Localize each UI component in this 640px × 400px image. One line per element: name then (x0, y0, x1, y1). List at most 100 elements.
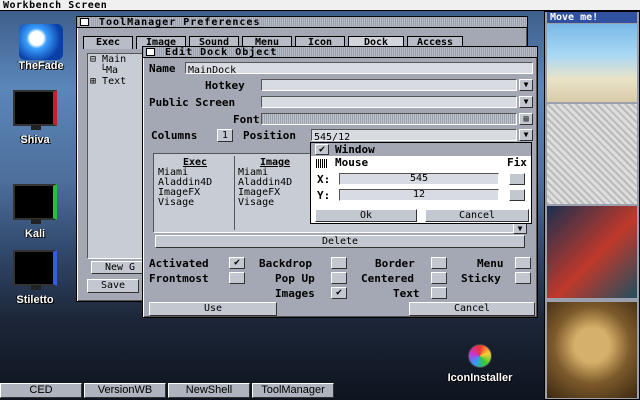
popup-cancel-button[interactable]: Cancel (425, 209, 529, 222)
centered-label: Centered (361, 272, 414, 285)
font-label: Font (233, 113, 260, 126)
hotkey-field[interactable] (261, 79, 517, 91)
screen-title-bar[interactable]: Workbench Screen (0, 0, 640, 11)
images-label: Images (275, 287, 315, 300)
screen-title: Workbench Screen (3, 0, 108, 11)
tab-exec[interactable]: Exec (83, 36, 133, 49)
wireframe-image-tool[interactable] (547, 104, 637, 204)
menu-label: Menu (477, 257, 504, 270)
images-checkbox[interactable]: ✔ (331, 287, 347, 299)
use-button[interactable]: Use (149, 302, 277, 316)
public-screen-field[interactable] (261, 96, 517, 108)
desktop-icon-thefade[interactable]: TheFade (10, 24, 72, 72)
checkmark-icon: ✔ (315, 144, 329, 155)
imagefx-tool[interactable] (547, 206, 637, 298)
tree-item[interactable]: └Ma (88, 65, 146, 76)
checkmark-icon: ✔ (335, 287, 343, 298)
list-scroll-button[interactable]: ▼ (513, 223, 527, 234)
window-title: ToolManager Preferences (99, 17, 261, 28)
columns-value[interactable]: 1 (217, 129, 233, 142)
dock-panel[interactable]: Move me! (544, 11, 640, 400)
computer-icon (13, 90, 57, 130)
border-checkbox[interactable] (431, 257, 447, 269)
visage-tool[interactable] (547, 302, 637, 398)
backdrop-checkbox[interactable] (331, 257, 347, 269)
menu-checkbox[interactable] (515, 257, 531, 269)
ok-button[interactable]: Ok (315, 209, 417, 222)
window-option-label: Window (335, 143, 375, 156)
window-title: Edit Dock Object (165, 47, 278, 58)
y-label: Y: (317, 189, 331, 202)
image-column: Image Miami Aladdin4D ImageFX Visage (238, 157, 312, 208)
desktop-icon-kali[interactable]: Kali (4, 184, 66, 240)
frontmost-checkbox[interactable] (229, 272, 245, 284)
exec-column: Exec Miami Aladdin4D ImageFX Visage (158, 157, 232, 208)
sticky-label: Sticky (461, 272, 501, 285)
new-group-button[interactable]: New G (91, 261, 149, 274)
name-value: MainDock (188, 65, 237, 76)
activated-checkbox[interactable]: ✔ (229, 257, 245, 269)
window-option[interactable]: ✔ Window (311, 143, 531, 156)
cancel-button[interactable]: Cancel (409, 302, 535, 316)
popup-label: Pop Up (275, 272, 315, 285)
taskbar-toolmanager[interactable]: ToolManager (252, 383, 334, 398)
position-popup[interactable]: ✔ Window Mouse Fix X: 545 Y: 12 Ok Cance… (310, 142, 532, 224)
mouse-icon (316, 159, 328, 168)
thefade-icon (19, 24, 63, 60)
hotkey-popup-button[interactable]: ▼ (519, 79, 533, 91)
font-select-icon: ▤ (523, 114, 529, 123)
text-label: Text (393, 287, 420, 300)
close-icon[interactable] (146, 48, 155, 56)
sticky-checkbox[interactable] (515, 272, 531, 284)
computer-icon (13, 250, 57, 290)
delete-button[interactable]: Delete (155, 235, 525, 248)
y-field[interactable]: 12 (339, 189, 499, 201)
column-divider (234, 156, 235, 230)
object-tree[interactable]: ⊟ Main └Ma ⊞ Text (87, 53, 147, 259)
frontmost-label: Frontmost (149, 272, 209, 285)
chevron-down-icon: ▼ (523, 130, 529, 139)
name-label: Name (149, 62, 176, 75)
list-item[interactable]: Visage (238, 198, 312, 208)
list-item[interactable]: Visage (158, 198, 232, 208)
name-field[interactable]: MainDock (185, 62, 533, 76)
desktop-icon-label: Stiletto (16, 294, 54, 306)
position-popup-button[interactable]: ▼ (519, 129, 533, 141)
window-title-bar[interactable]: Edit Dock Object (143, 47, 537, 58)
text-checkbox[interactable] (431, 287, 447, 299)
centered-checkbox[interactable] (431, 272, 447, 284)
hotkey-label: Hotkey (205, 79, 245, 92)
computer-icon (13, 184, 57, 224)
checkmark-icon: ✔ (233, 257, 241, 268)
taskbar-versionwb[interactable]: VersionWB (84, 383, 166, 398)
tree-item[interactable]: ⊟ Main (88, 54, 146, 65)
y-fix-checkbox[interactable] (509, 189, 525, 201)
x-field[interactable]: 545 (339, 173, 499, 185)
backdrop-label: Backdrop (259, 257, 312, 270)
save-button[interactable]: Save (87, 279, 139, 293)
dock-drag-bar[interactable]: Move me! (547, 12, 637, 23)
taskbar-ced[interactable]: CED (0, 383, 82, 398)
beach-image-tool[interactable] (547, 24, 637, 102)
font-popup-button[interactable]: ▤ (519, 113, 533, 125)
font-field (261, 113, 517, 125)
mouse-option[interactable]: Mouse Fix (311, 157, 531, 170)
chevron-down-icon: ▼ (523, 97, 529, 106)
activated-label: Activated (149, 257, 209, 270)
tree-item[interactable]: ⊞ Text (88, 76, 146, 87)
desktop-icon-label: IconInstaller (447, 372, 513, 384)
position-field[interactable]: 545/12 (311, 129, 517, 143)
close-icon[interactable] (80, 18, 89, 26)
public-screen-popup-button[interactable]: ▼ (519, 96, 533, 108)
desktop-icon-shiva[interactable]: Shiva (4, 90, 66, 146)
paint-palette-icon (468, 344, 492, 368)
desktop-icon-iconinstaller[interactable]: IconInstaller (440, 344, 520, 384)
desktop-icon-stiletto[interactable]: Stiletto (4, 250, 66, 306)
columns-label: Columns (151, 129, 198, 142)
taskbar-newshell[interactable]: NewShell (168, 383, 250, 398)
window-title-bar[interactable]: ToolManager Preferences (77, 17, 527, 28)
x-fix-checkbox[interactable] (509, 173, 525, 185)
x-label: X: (317, 173, 331, 186)
public-screen-label: Public Screen (149, 96, 236, 109)
popup-checkbox[interactable] (331, 272, 347, 284)
